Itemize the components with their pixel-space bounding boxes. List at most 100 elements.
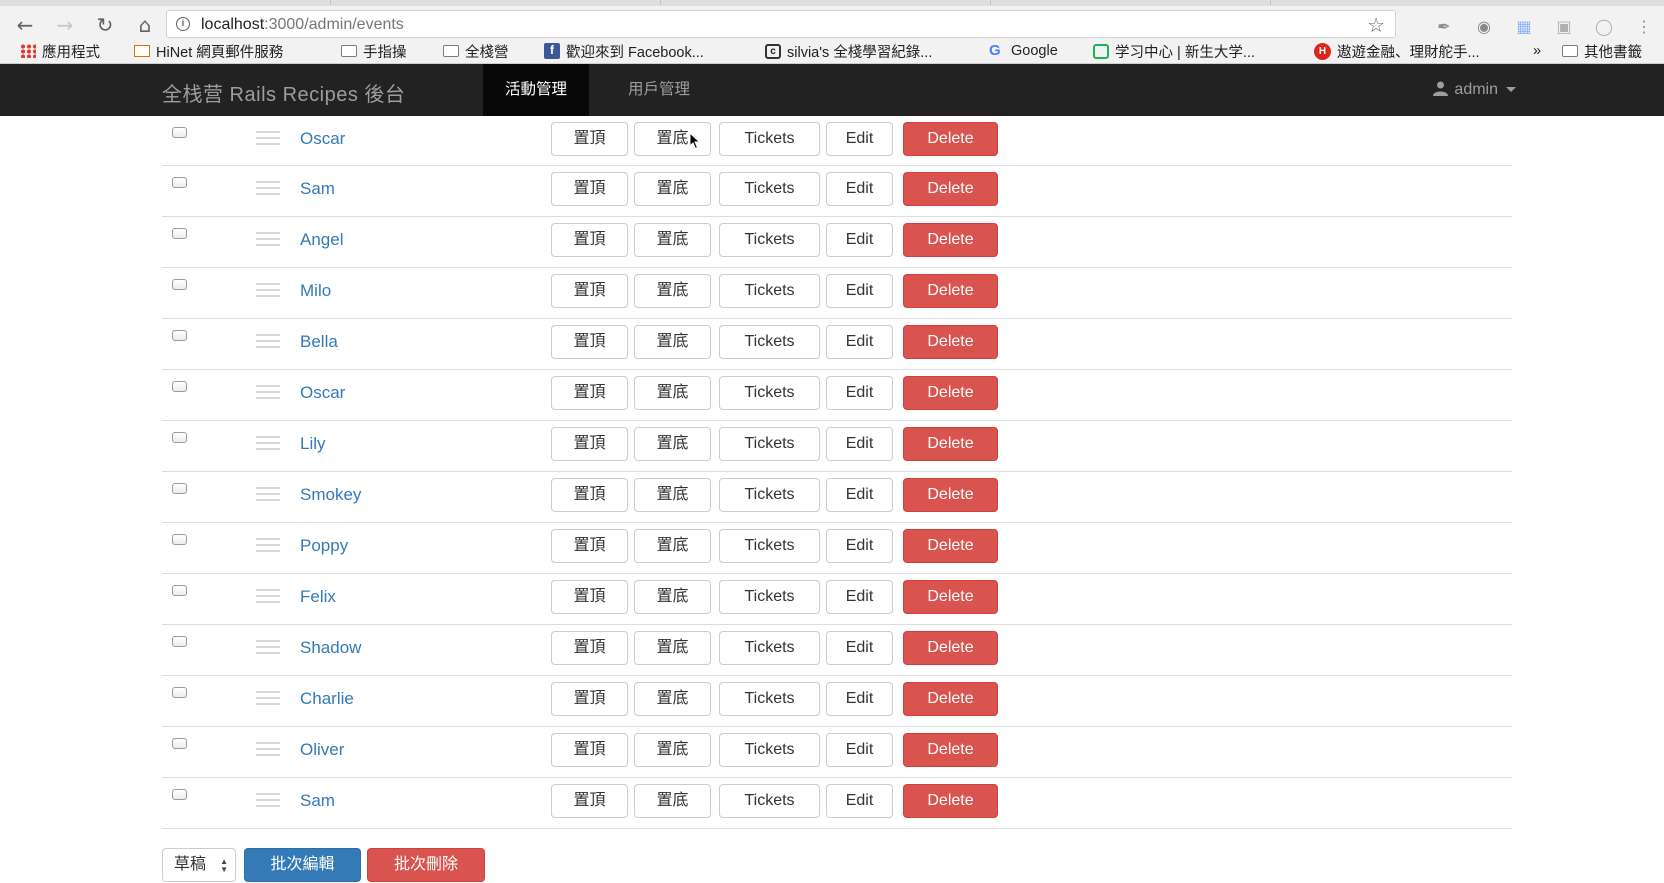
more-bookmarks-icon[interactable]: » xyxy=(1533,41,1541,61)
batch-delete-button[interactable]: 批次刪除 xyxy=(367,848,485,882)
edit-button[interactable]: Edit xyxy=(826,376,893,410)
row-checkbox[interactable] xyxy=(172,177,187,188)
tickets-button[interactable]: Tickets xyxy=(719,580,820,614)
row-checkbox[interactable] xyxy=(172,432,187,443)
edit-button[interactable]: Edit xyxy=(826,580,893,614)
nav-item-users[interactable]: 用戶管理 xyxy=(606,64,712,116)
move-to-top-button[interactable]: 置頂 xyxy=(551,733,628,767)
move-to-top-button[interactable]: 置頂 xyxy=(551,631,628,665)
row-checkbox[interactable] xyxy=(172,738,187,749)
row-checkbox[interactable] xyxy=(172,636,187,647)
browser-menu-icon[interactable]: ⋮ xyxy=(1634,18,1654,36)
tickets-button[interactable]: Tickets xyxy=(719,631,820,665)
delete-button[interactable]: Delete xyxy=(903,631,998,665)
row-checkbox[interactable] xyxy=(172,279,187,290)
drag-handle-icon[interactable] xyxy=(256,742,280,760)
edit-button[interactable]: Edit xyxy=(826,478,893,512)
move-to-bottom-button[interactable]: 置底 xyxy=(634,223,711,257)
delete-button[interactable]: Delete xyxy=(903,172,998,206)
drag-handle-icon[interactable] xyxy=(256,793,280,811)
move-to-bottom-button[interactable]: 置底 xyxy=(634,529,711,563)
drag-handle-icon[interactable] xyxy=(256,131,280,149)
row-checkbox[interactable] xyxy=(172,330,187,341)
bookmark-star-icon[interactable]: ☆ xyxy=(1367,13,1385,38)
delete-button[interactable]: Delete xyxy=(903,733,998,767)
edit-button[interactable]: Edit xyxy=(826,784,893,818)
row-checkbox[interactable] xyxy=(172,228,187,239)
move-to-top-button[interactable]: 置頂 xyxy=(551,427,628,461)
extension-camera-icon[interactable]: ▣ xyxy=(1554,18,1574,36)
tickets-button[interactable]: Tickets xyxy=(719,223,820,257)
back-icon[interactable]: ← xyxy=(12,12,38,38)
home-icon[interactable]: ⌂ xyxy=(132,12,158,38)
row-checkbox[interactable] xyxy=(172,585,187,596)
drag-handle-icon[interactable] xyxy=(256,589,280,607)
bookmark-learning-center[interactable]: 学习中心 | 新生大学... xyxy=(1093,41,1255,61)
edit-button[interactable]: Edit xyxy=(826,427,893,461)
event-name-link[interactable]: Oscar xyxy=(300,383,345,403)
bookmark-finger[interactable]: 手指操 xyxy=(341,41,407,61)
edit-button[interactable]: Edit xyxy=(826,223,893,257)
edit-button[interactable]: Edit xyxy=(826,325,893,359)
row-checkbox[interactable] xyxy=(172,534,187,545)
bookmark-apps[interactable]: 應用程式 xyxy=(20,41,100,61)
row-checkbox[interactable] xyxy=(172,789,187,800)
browser-tab[interactable] xyxy=(660,0,991,5)
delete-button[interactable]: Delete xyxy=(903,122,998,156)
delete-button[interactable]: Delete xyxy=(903,784,998,818)
event-name-link[interactable]: Sam xyxy=(300,791,335,811)
move-to-top-button[interactable]: 置頂 xyxy=(551,529,628,563)
extension-pen-icon[interactable]: ✒ xyxy=(1434,18,1454,36)
tickets-button[interactable]: Tickets xyxy=(719,122,820,156)
event-name-link[interactable]: Bella xyxy=(300,332,338,352)
move-to-top-button[interactable]: 置頂 xyxy=(551,172,628,206)
row-checkbox[interactable] xyxy=(172,381,187,392)
move-to-bottom-button[interactable]: 置底 xyxy=(634,376,711,410)
drag-handle-icon[interactable] xyxy=(256,691,280,709)
url-text[interactable]: localhost:3000/admin/events xyxy=(201,16,404,34)
browser-tab[interactable] xyxy=(0,0,331,5)
extension-translate-icon[interactable]: ▦ xyxy=(1514,18,1534,36)
batch-edit-button[interactable]: 批次編輯 xyxy=(244,848,361,882)
move-to-bottom-button[interactable]: 置底 xyxy=(634,274,711,308)
bookmark-silvia[interactable]: c silvia's 全棧學習紀錄... xyxy=(765,41,932,61)
edit-button[interactable]: Edit xyxy=(826,122,893,156)
event-name-link[interactable]: Oliver xyxy=(300,740,344,760)
edit-button[interactable]: Edit xyxy=(826,631,893,665)
event-name-link[interactable]: Charlie xyxy=(300,689,354,709)
bookmark-google[interactable]: G Google xyxy=(989,41,1058,61)
delete-button[interactable]: Delete xyxy=(903,529,998,563)
bookmark-hinet[interactable]: HiNet 網頁郵件服務 xyxy=(134,41,283,61)
move-to-top-button[interactable]: 置頂 xyxy=(551,580,628,614)
delete-button[interactable]: Delete xyxy=(903,427,998,461)
tickets-button[interactable]: Tickets xyxy=(719,682,820,716)
move-to-top-button[interactable]: 置頂 xyxy=(551,223,628,257)
tickets-button[interactable]: Tickets xyxy=(719,325,820,359)
bookmark-facebook[interactable]: f 歡迎來到 Facebook... xyxy=(544,41,704,61)
delete-button[interactable]: Delete xyxy=(903,580,998,614)
edit-button[interactable]: Edit xyxy=(826,529,893,563)
extension-circle-icon[interactable]: ◯ xyxy=(1594,18,1614,36)
drag-handle-icon[interactable] xyxy=(256,538,280,556)
event-name-link[interactable]: Milo xyxy=(300,281,331,301)
delete-button[interactable]: Delete xyxy=(903,223,998,257)
status-select[interactable]: 草稿 ▲ ▼ xyxy=(162,848,236,882)
reload-icon[interactable]: ↻ xyxy=(92,12,118,38)
move-to-bottom-button[interactable]: 置底 xyxy=(634,682,711,716)
site-info-icon[interactable]: i xyxy=(176,17,190,31)
tickets-button[interactable]: Tickets xyxy=(719,478,820,512)
edit-button[interactable]: Edit xyxy=(826,733,893,767)
event-name-link[interactable]: Lily xyxy=(300,434,326,454)
tickets-button[interactable]: Tickets xyxy=(719,529,820,563)
event-name-link[interactable]: Poppy xyxy=(300,536,348,556)
drag-handle-icon[interactable] xyxy=(256,487,280,505)
tickets-button[interactable]: Tickets xyxy=(719,274,820,308)
move-to-top-button[interactable]: 置頂 xyxy=(551,122,628,156)
event-name-link[interactable]: Angel xyxy=(300,230,343,250)
drag-handle-icon[interactable] xyxy=(256,640,280,658)
nav-item-events[interactable]: 活動管理 xyxy=(483,64,590,116)
move-to-bottom-button[interactable]: 置底 xyxy=(634,427,711,461)
edit-button[interactable]: Edit xyxy=(826,172,893,206)
browser-tab[interactable] xyxy=(990,0,1271,5)
bookmark-other[interactable]: 其他書籤 xyxy=(1562,41,1642,61)
